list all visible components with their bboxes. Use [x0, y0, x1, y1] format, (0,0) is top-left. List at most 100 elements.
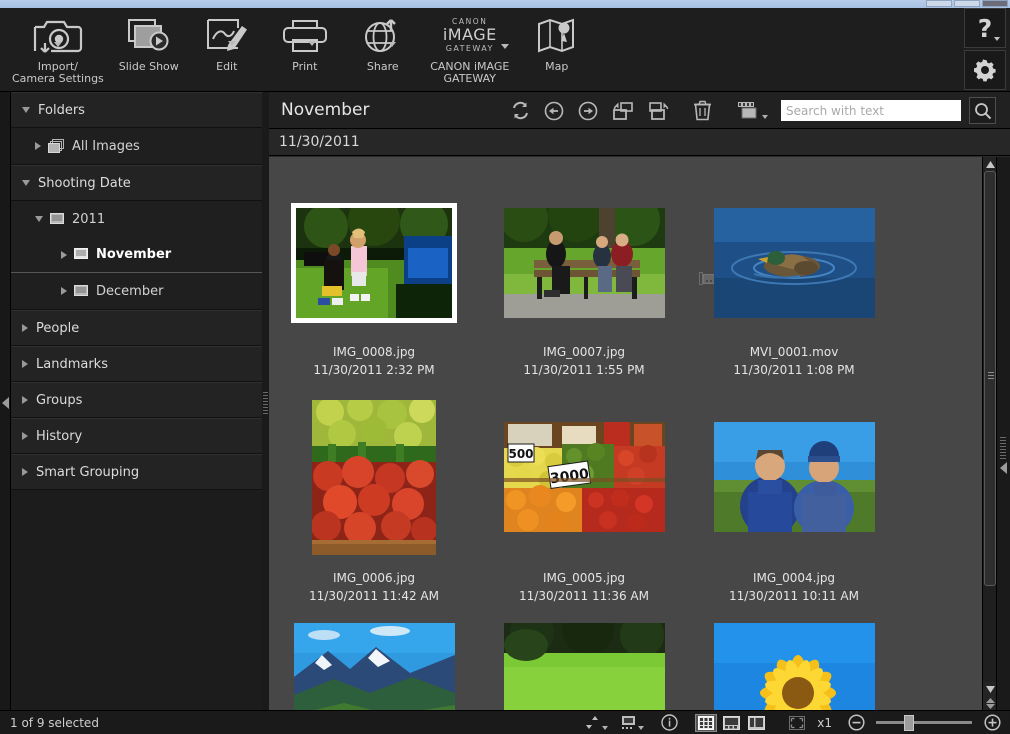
thumbnail-cell[interactable]: [479, 623, 689, 710]
filter-display-icon[interactable]: [619, 714, 645, 732]
thumbnail-image[interactable]: [293, 623, 455, 710]
thumbnail-cell[interactable]: MVI_0001.mov 11/30/2011 1:08 PM: [689, 195, 899, 379]
rotate-left-icon[interactable]: [543, 100, 565, 122]
fullscreen-view-button[interactable]: [745, 714, 767, 732]
toolbar-item-map[interactable]: Map: [518, 8, 596, 73]
preview-view-button[interactable]: [720, 714, 742, 732]
fit-to-window-icon[interactable]: [787, 714, 807, 732]
thumbnail-cell[interactable]: [269, 623, 479, 710]
chevron-down-icon[interactable]: [35, 216, 43, 222]
thumbnail-image[interactable]: [503, 623, 665, 710]
scrollbar-thumb[interactable]: [984, 171, 996, 586]
scroll-page-buttons[interactable]: [983, 696, 997, 710]
thumbnail-image[interactable]: 500 3000: [503, 422, 665, 532]
splitter-grip[interactable]: [263, 392, 268, 414]
refresh-icon[interactable]: [509, 100, 531, 122]
chevron-down-icon[interactable]: [602, 725, 609, 730]
thumbnail-frame[interactable]: [713, 397, 875, 557]
thumbnail-cell[interactable]: IMG_0006.jpg 11/30/2011 11:42 AM: [269, 397, 479, 605]
zoom-slider-track[interactable]: [876, 721, 972, 724]
thumbnail-image[interactable]: [291, 203, 457, 323]
chevron-down-icon[interactable]: [307, 41, 316, 46]
chevron-down-icon[interactable]: [227, 41, 236, 46]
settings-button[interactable]: [964, 50, 1006, 90]
help-button[interactable]: ?: [964, 8, 1006, 48]
thumbnail-image[interactable]: [713, 623, 875, 710]
minimize-button[interactable]: [926, 0, 952, 7]
thumbnail-image[interactable]: [312, 399, 436, 555]
sidebar-item-all-images[interactable]: All Images: [11, 128, 262, 164]
toolbar-item-import[interactable]: Import/ Camera Settings: [6, 8, 110, 85]
thumbnail-frame[interactable]: [713, 195, 875, 331]
chevron-down-icon[interactable]: [762, 114, 768, 119]
search-box[interactable]: [781, 100, 961, 122]
chevron-down-icon[interactable]: [22, 107, 30, 113]
chevron-right-icon[interactable]: [22, 396, 28, 404]
sidebar-section-landmarks[interactable]: Landmarks: [11, 346, 262, 382]
scroll-up-button[interactable]: [983, 157, 997, 171]
chevron-right-icon[interactable]: [22, 324, 28, 332]
info-icon[interactable]: [659, 714, 679, 732]
chevron-right-icon[interactable]: [22, 360, 28, 368]
thumbnail-image[interactable]: [713, 208, 875, 318]
sidebar-section-history[interactable]: History: [11, 418, 262, 454]
chevron-right-icon[interactable]: [35, 142, 41, 150]
close-button[interactable]: [982, 0, 1008, 7]
chevron-right-icon[interactable]: [22, 432, 28, 440]
chevron-right-icon[interactable]: [61, 250, 67, 259]
thumbnail-cell[interactable]: [689, 623, 899, 710]
search-button[interactable]: [969, 97, 996, 124]
chevron-down-icon[interactable]: [22, 180, 30, 186]
right-panel-collapse-rail[interactable]: [996, 157, 1010, 710]
thumbnail-frame[interactable]: 500 3000: [503, 397, 665, 557]
thumbnail-cell[interactable]: IMG_0008.jpg 11/30/2011 2:32 PM: [269, 195, 479, 379]
chevron-down-icon[interactable]: [500, 44, 509, 49]
chevron-down-icon[interactable]: [638, 725, 645, 730]
toolbar-item-edit[interactable]: Edit: [188, 8, 266, 73]
chevron-down-icon[interactable]: [387, 42, 396, 47]
zoom-in-icon[interactable]: [982, 714, 1002, 732]
sidebar-collapse-handle[interactable]: [0, 92, 11, 710]
thumbnail-frame[interactable]: [291, 195, 457, 331]
rotate-image-right-icon[interactable]: [647, 100, 671, 122]
sidebar-splitter[interactable]: [262, 92, 269, 710]
thumbnail-frame[interactable]: [312, 397, 436, 557]
chevron-down-icon[interactable]: [54, 42, 62, 47]
delete-trash-icon[interactable]: [691, 100, 713, 122]
chevron-down-icon[interactable]: [994, 37, 1000, 41]
sidebar-section-shooting-date[interactable]: Shooting Date: [11, 165, 262, 201]
sidebar-section-groups[interactable]: Groups: [11, 382, 262, 418]
right-rail-grip[interactable]: [1000, 437, 1006, 459]
thumbnail-image[interactable]: [713, 422, 875, 532]
zoom-slider-thumb[interactable]: [904, 714, 915, 731]
thumbnail-frame[interactable]: [293, 623, 455, 710]
collapse-left-icon[interactable]: [1000, 462, 1007, 474]
thumbnail-frame[interactable]: [713, 623, 875, 710]
search-input[interactable]: [781, 100, 961, 122]
scroll-down-button[interactable]: [983, 682, 997, 696]
zoom-slider[interactable]: [876, 714, 972, 732]
sidebar-item-2011[interactable]: 2011: [11, 201, 262, 237]
chevron-right-icon[interactable]: [61, 287, 67, 295]
sort-icon[interactable]: [583, 714, 609, 732]
rotate-right-icon[interactable]: [577, 100, 599, 122]
scrollbar-track[interactable]: [983, 171, 997, 682]
sidebar-item-november[interactable]: November: [11, 237, 262, 273]
sidebar-section-smart-grouping[interactable]: Smart Grouping: [11, 454, 262, 490]
zoom-out-icon[interactable]: [846, 714, 866, 732]
thumbnail-grid-area[interactable]: IMG_0008.jpg 11/30/2011 2:32 PM IMG_0007…: [269, 157, 982, 710]
thumbnail-frame[interactable]: [503, 195, 665, 331]
toolbar-item-print[interactable]: Print: [266, 8, 344, 73]
toolbar-item-slideshow[interactable]: Slide Show: [110, 8, 188, 73]
sidebar-section-people[interactable]: People: [11, 310, 262, 346]
thumbnail-image[interactable]: [503, 208, 665, 318]
thumbnail-cell[interactable]: IMG_0004.jpg 11/30/2011 10:11 AM: [689, 397, 899, 605]
thumbnail-cell[interactable]: 500 3000 IMG_0005.jpg 11/30/2011 11:36 A…: [479, 397, 689, 605]
toolbar-item-share[interactable]: Share: [344, 8, 422, 73]
sidebar-section-folders[interactable]: Folders: [11, 92, 262, 128]
maximize-button[interactable]: [954, 0, 980, 7]
classify-icon[interactable]: [735, 100, 768, 122]
rotate-image-left-icon[interactable]: [611, 100, 635, 122]
sidebar-item-december[interactable]: December: [11, 273, 262, 309]
toolbar-item-canon-image-gateway[interactable]: CANON iMAGE GATEWAY CANON iMAGE GATEWAY: [422, 8, 518, 85]
